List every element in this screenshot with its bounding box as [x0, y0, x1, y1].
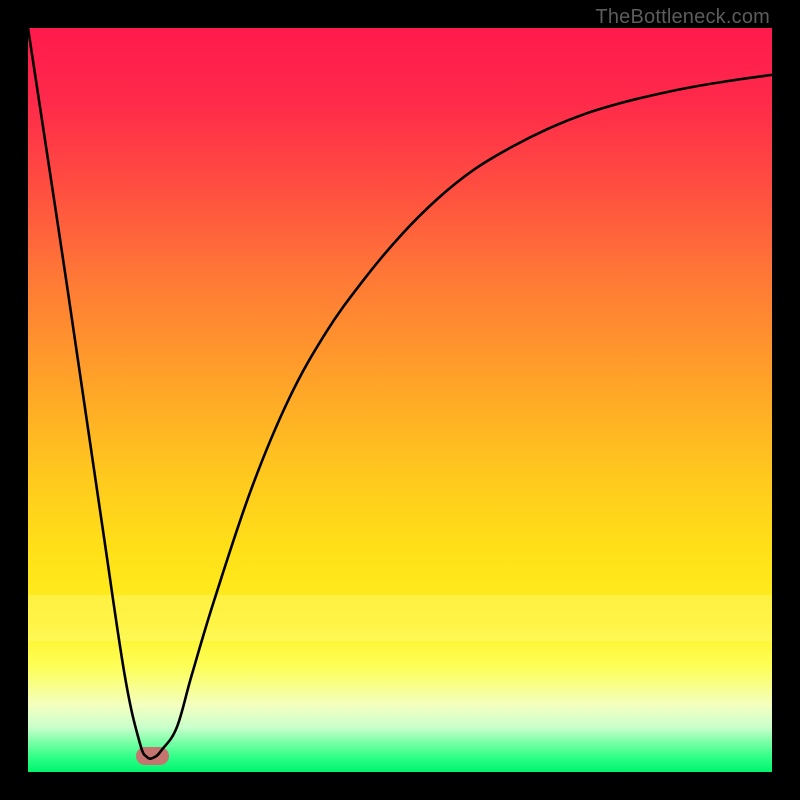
plot-area	[28, 28, 772, 772]
bottleneck-curve	[28, 28, 772, 759]
curve-layer	[28, 28, 772, 772]
chart-frame: TheBottleneck.com	[0, 0, 800, 800]
watermark-text: TheBottleneck.com	[595, 6, 770, 29]
